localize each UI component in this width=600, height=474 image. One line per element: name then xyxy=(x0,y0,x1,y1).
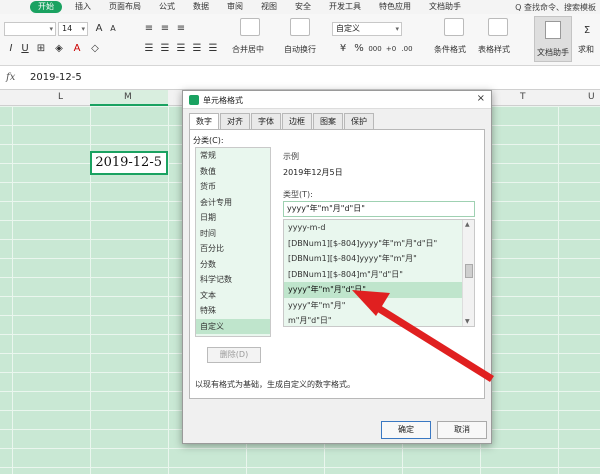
arrow-shaft xyxy=(368,300,494,382)
annotation-arrow xyxy=(352,290,494,382)
